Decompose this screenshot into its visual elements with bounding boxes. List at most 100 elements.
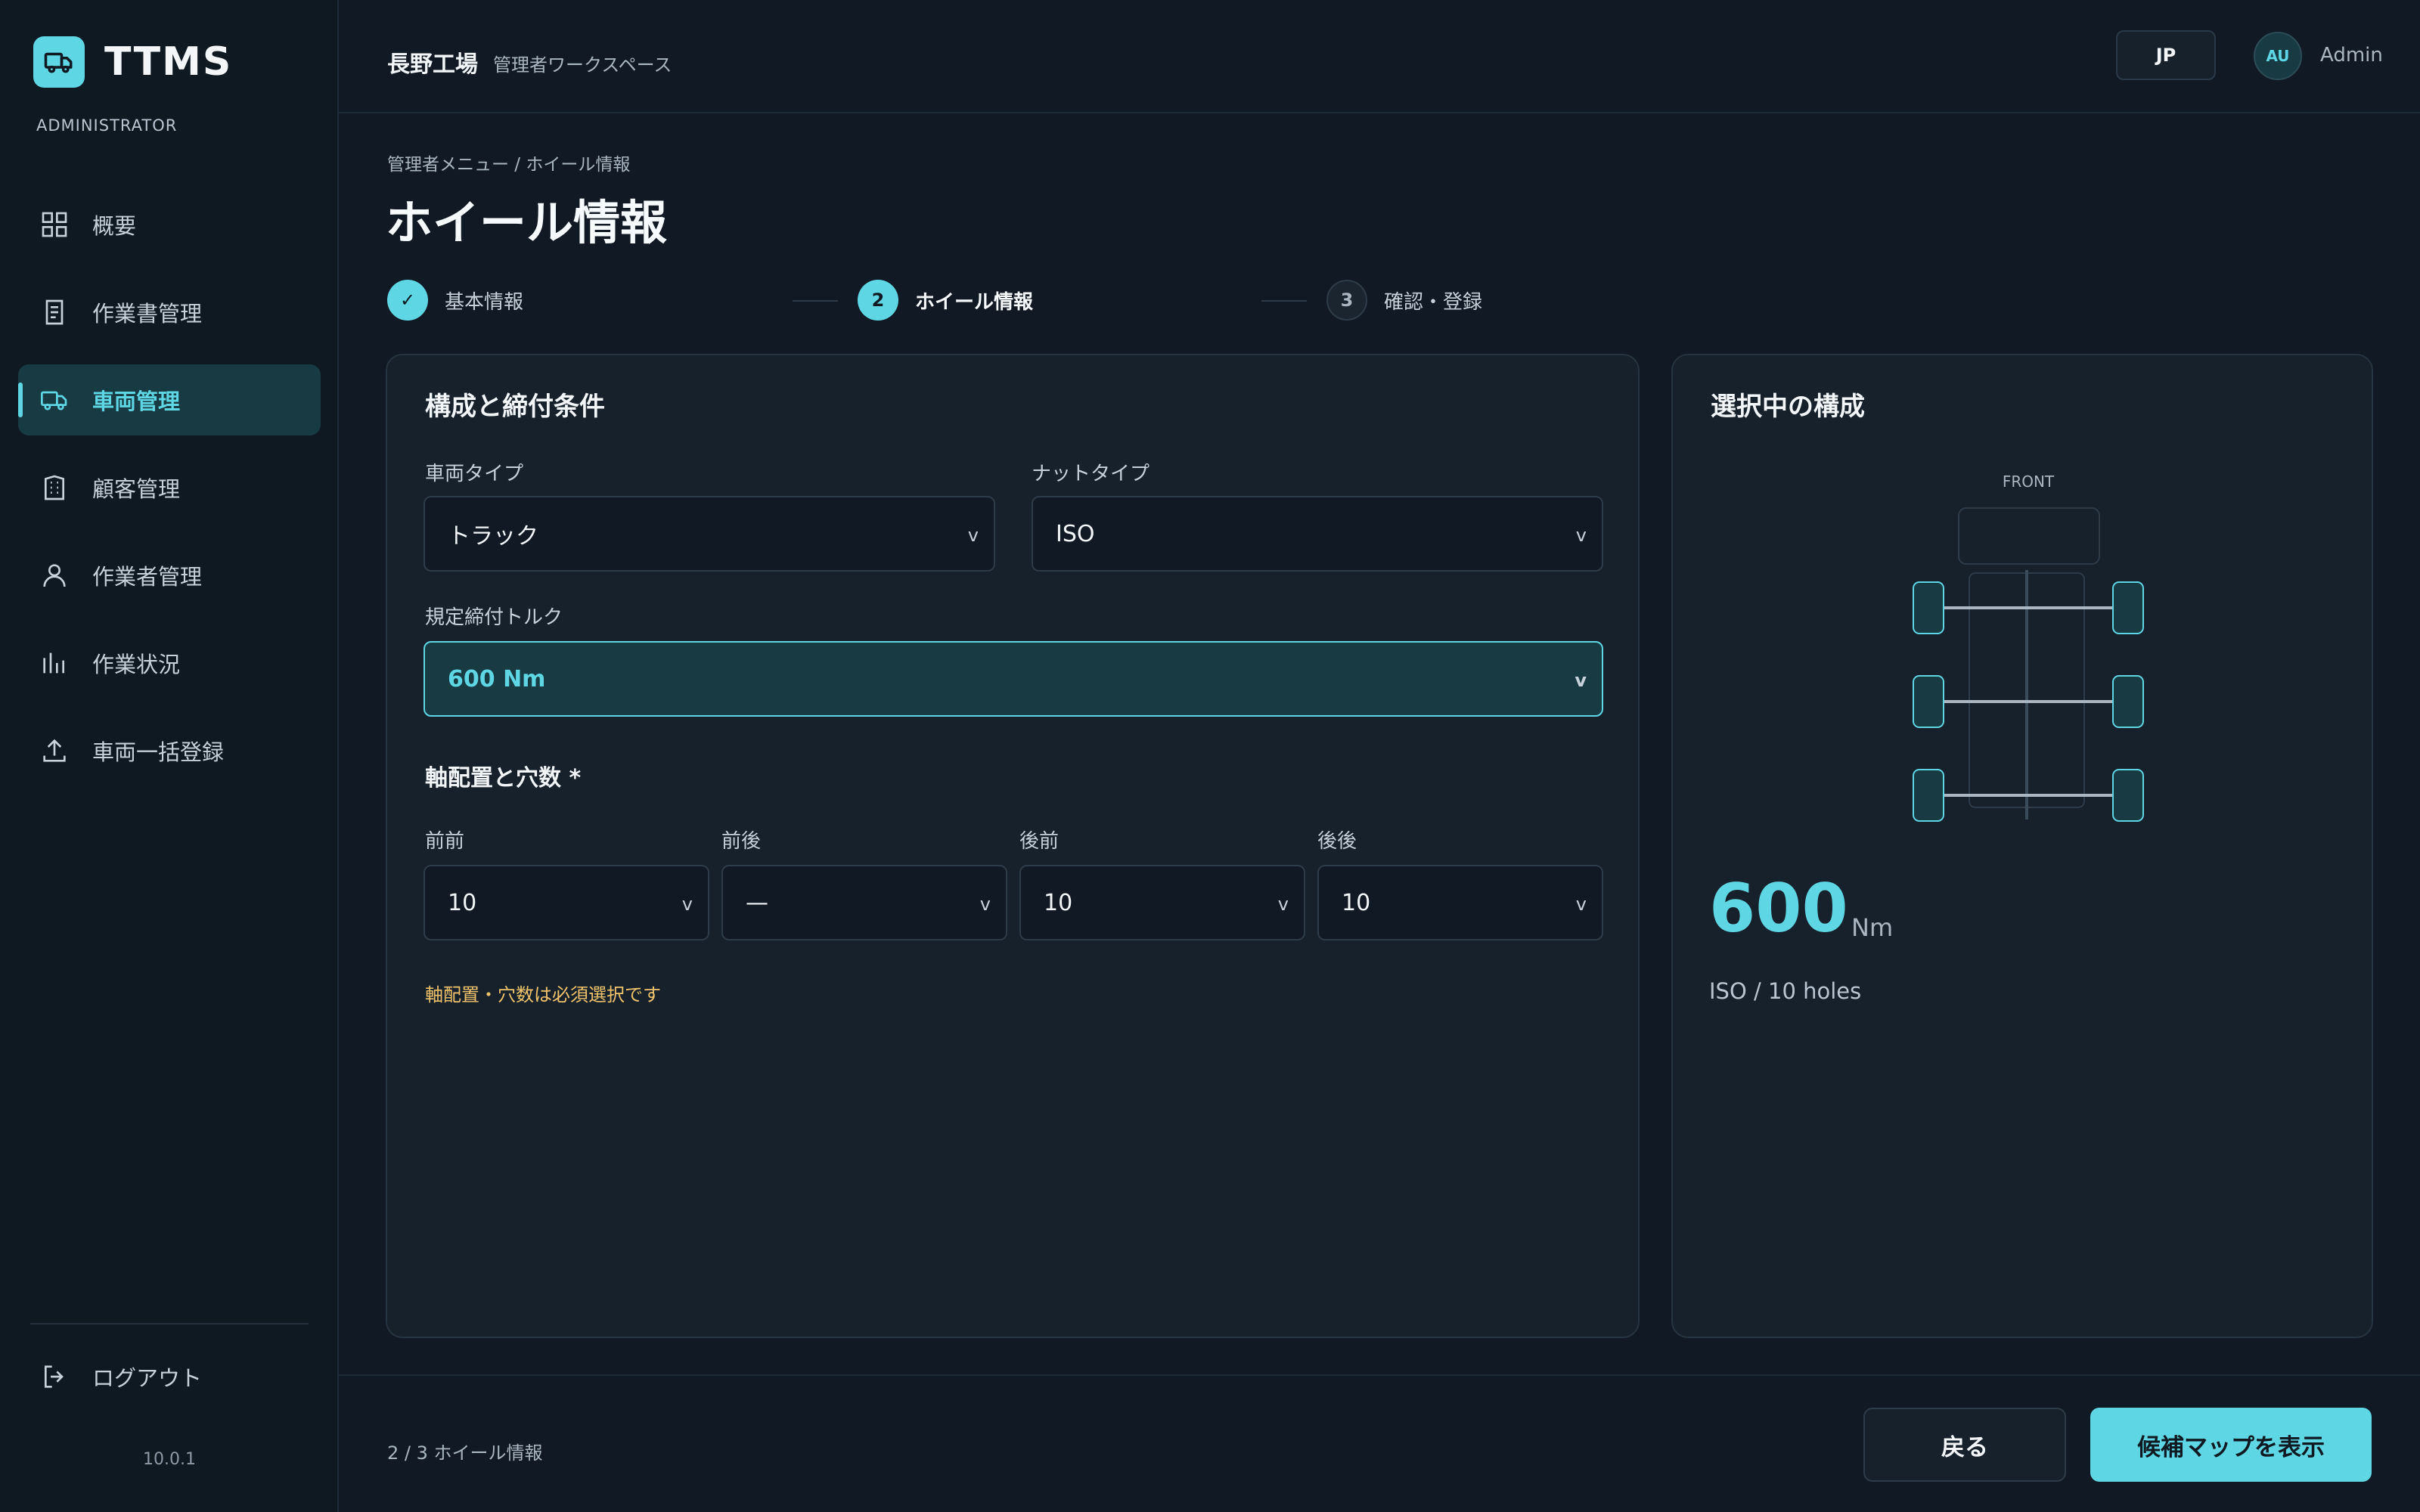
sidebar: TTMS ADMINISTRATOR 概要 作業書管理 車両管理 顧客管理 作業… bbox=[0, 0, 339, 1512]
sidebar-item-workers[interactable]: 作業者管理 bbox=[18, 540, 321, 611]
axle-label-rear-front: 後前 bbox=[1019, 830, 1060, 853]
sidebar-item-label: 作業書管理 bbox=[92, 301, 203, 327]
wheel bbox=[1913, 581, 1944, 634]
step-connector bbox=[1261, 300, 1307, 302]
step-basic-info[interactable]: ✓ 基本情報 bbox=[387, 280, 523, 321]
sidebar-item-work-status[interactable]: 作業状況 bbox=[18, 627, 321, 699]
sidebar-item-label: 作業者管理 bbox=[92, 564, 203, 590]
config-card-title: 構成と締付条件 bbox=[425, 392, 605, 422]
axle-section-title: 軸配置と穴数 * bbox=[425, 765, 582, 792]
front-label: FRONT bbox=[2003, 472, 2055, 491]
summary-card: 選択中の構成 FRONT 600 Nm ISO / 10 holes bbox=[1671, 354, 2373, 1338]
person-icon bbox=[43, 564, 66, 587]
sidebar-item-label: 車両管理 bbox=[92, 389, 181, 414]
step-check-icon: ✓ bbox=[387, 280, 428, 321]
chevron-down-icon: v bbox=[1277, 894, 1289, 915]
chevron-down-icon: v bbox=[1575, 894, 1587, 915]
config-card: 構成と締付条件 車両タイプ トラック v ナットタイプ ISO v 規定締付トル… bbox=[386, 354, 1640, 1338]
truck-icon bbox=[40, 391, 67, 411]
nut-type-label: ナットタイプ bbox=[1032, 463, 1150, 485]
upload-icon bbox=[43, 739, 66, 762]
axle-label-rear-rear: 後後 bbox=[1317, 830, 1357, 853]
wheel bbox=[1913, 675, 1944, 728]
axle-value: 10 bbox=[1342, 889, 1371, 916]
breadcrumb: 管理者メニュー / ホイール情報 bbox=[387, 155, 631, 175]
axle-value: 10 bbox=[1044, 889, 1073, 916]
app-version: 10.0.1 bbox=[143, 1450, 196, 1469]
sidebar-item-label: 顧客管理 bbox=[92, 476, 181, 502]
building-icon bbox=[45, 475, 64, 500]
nut-type-value: ISO bbox=[1056, 520, 1095, 547]
torque-select[interactable]: 600 Nm v bbox=[424, 641, 1603, 717]
bar-chart-icon bbox=[43, 652, 64, 674]
axle-diagram: FRONT bbox=[1913, 472, 2144, 822]
sidebar-item-vehicles[interactable]: 車両管理 bbox=[18, 364, 321, 435]
step-status: 2 / 3 ホイール情報 bbox=[387, 1442, 543, 1464]
step-confirm[interactable]: 3 確認・登録 bbox=[1326, 280, 1482, 321]
chevron-down-icon: v bbox=[967, 525, 979, 546]
sidebar-item-label: 概要 bbox=[92, 213, 137, 239]
axle-value: — bbox=[746, 889, 768, 916]
axle-label-front-front: 前前 bbox=[425, 830, 465, 853]
vehicle-type-label: 車両タイプ bbox=[425, 463, 524, 485]
nut-type-select[interactable]: ISO v bbox=[1032, 496, 1603, 572]
logout-icon bbox=[45, 1365, 64, 1388]
stepper: ✓ 基本情報 2 ホイール情報 3 確認・登録 bbox=[387, 280, 1597, 322]
sidebar-item-overview[interactable]: 概要 bbox=[18, 189, 321, 260]
brand-name: TTMS bbox=[104, 39, 233, 85]
chevron-down-icon: v bbox=[979, 894, 991, 915]
app-root: TTMS ADMINISTRATOR 概要 作業書管理 車両管理 顧客管理 作業… bbox=[0, 0, 2420, 1512]
axle-select-front-front[interactable]: 10 v bbox=[424, 865, 709, 940]
wheel bbox=[2112, 581, 2144, 634]
action-footer: 2 / 3 ホイール情報 戻る 候補マップを表示 bbox=[339, 1374, 2420, 1512]
logout-button[interactable]: ログアウト bbox=[39, 1361, 202, 1393]
step-label: 基本情報 bbox=[445, 290, 524, 314]
truck-logo-icon bbox=[33, 36, 85, 88]
brand-role: ADMINISTRATOR bbox=[36, 116, 178, 135]
sidebar-item-bulk-register[interactable]: 車両一括登録 bbox=[18, 715, 321, 786]
vehicle-type-select[interactable]: トラック v bbox=[424, 496, 995, 572]
axle-select-rear-rear[interactable]: 10 v bbox=[1317, 865, 1603, 940]
step-number: 2 bbox=[858, 280, 898, 321]
torque-display-unit: Nm bbox=[1851, 913, 1894, 942]
sidebar-divider bbox=[30, 1323, 309, 1325]
step-label: 確認・登録 bbox=[1384, 290, 1483, 314]
summary-card-title: 選択中の構成 bbox=[1711, 392, 1865, 422]
vehicle-type-value: トラック bbox=[448, 523, 538, 550]
avatar[interactable]: AU bbox=[2254, 32, 2302, 80]
step-label: ホイール情報 bbox=[915, 290, 1034, 314]
torque-label: 規定締付トルク bbox=[425, 606, 563, 629]
language-button[interactable]: JP bbox=[2116, 30, 2216, 80]
chevron-down-icon: v bbox=[1575, 525, 1587, 546]
config-detail: ISO / 10 holes bbox=[1709, 978, 1862, 1004]
step-wheel-info[interactable]: 2 ホイール情報 bbox=[858, 280, 1033, 321]
page-title: ホイール情報 bbox=[386, 195, 668, 250]
user-name[interactable]: Admin bbox=[2320, 44, 2383, 67]
chevron-down-icon: v bbox=[681, 894, 693, 915]
torque-display-value: 600 bbox=[1709, 869, 1848, 947]
workspace-subtitle: 管理者ワークスペース bbox=[493, 54, 672, 76]
logout-label: ログアウト bbox=[92, 1365, 203, 1391]
sidebar-item-label: 作業状況 bbox=[92, 652, 181, 677]
step-number: 3 bbox=[1326, 280, 1367, 321]
cab-outline bbox=[1958, 507, 2100, 565]
back-button[interactable]: 戻る bbox=[1863, 1408, 2066, 1482]
document-icon bbox=[45, 299, 64, 325]
axle-select-front-rear[interactable]: — v bbox=[721, 865, 1007, 940]
grid-icon bbox=[42, 212, 67, 237]
brand[interactable]: TTMS bbox=[33, 36, 232, 88]
sidebar-nav: 概要 作業書管理 車両管理 顧客管理 作業者管理 作業状況 車両一括登録 bbox=[18, 189, 321, 803]
top-header: 長野工場 管理者ワークスペース JP AU Admin bbox=[339, 0, 2420, 113]
show-candidate-map-button[interactable]: 候補マップを表示 bbox=[2090, 1408, 2372, 1482]
sidebar-item-label: 車両一括登録 bbox=[92, 739, 225, 765]
chevron-down-icon: v bbox=[1575, 670, 1587, 691]
sidebar-item-work-orders[interactable]: 作業書管理 bbox=[18, 277, 321, 348]
sidebar-item-customers[interactable]: 顧客管理 bbox=[18, 452, 321, 523]
axle-select-rear-front[interactable]: 10 v bbox=[1019, 865, 1305, 940]
wheel bbox=[2112, 675, 2144, 728]
torque-value: 600 Nm bbox=[448, 665, 546, 692]
wheel bbox=[1913, 769, 1944, 822]
wheel bbox=[2112, 769, 2144, 822]
site-name: 長野工場 bbox=[387, 51, 478, 78]
validation-warning: 軸配置・穴数は必須選択です bbox=[425, 984, 661, 1005]
